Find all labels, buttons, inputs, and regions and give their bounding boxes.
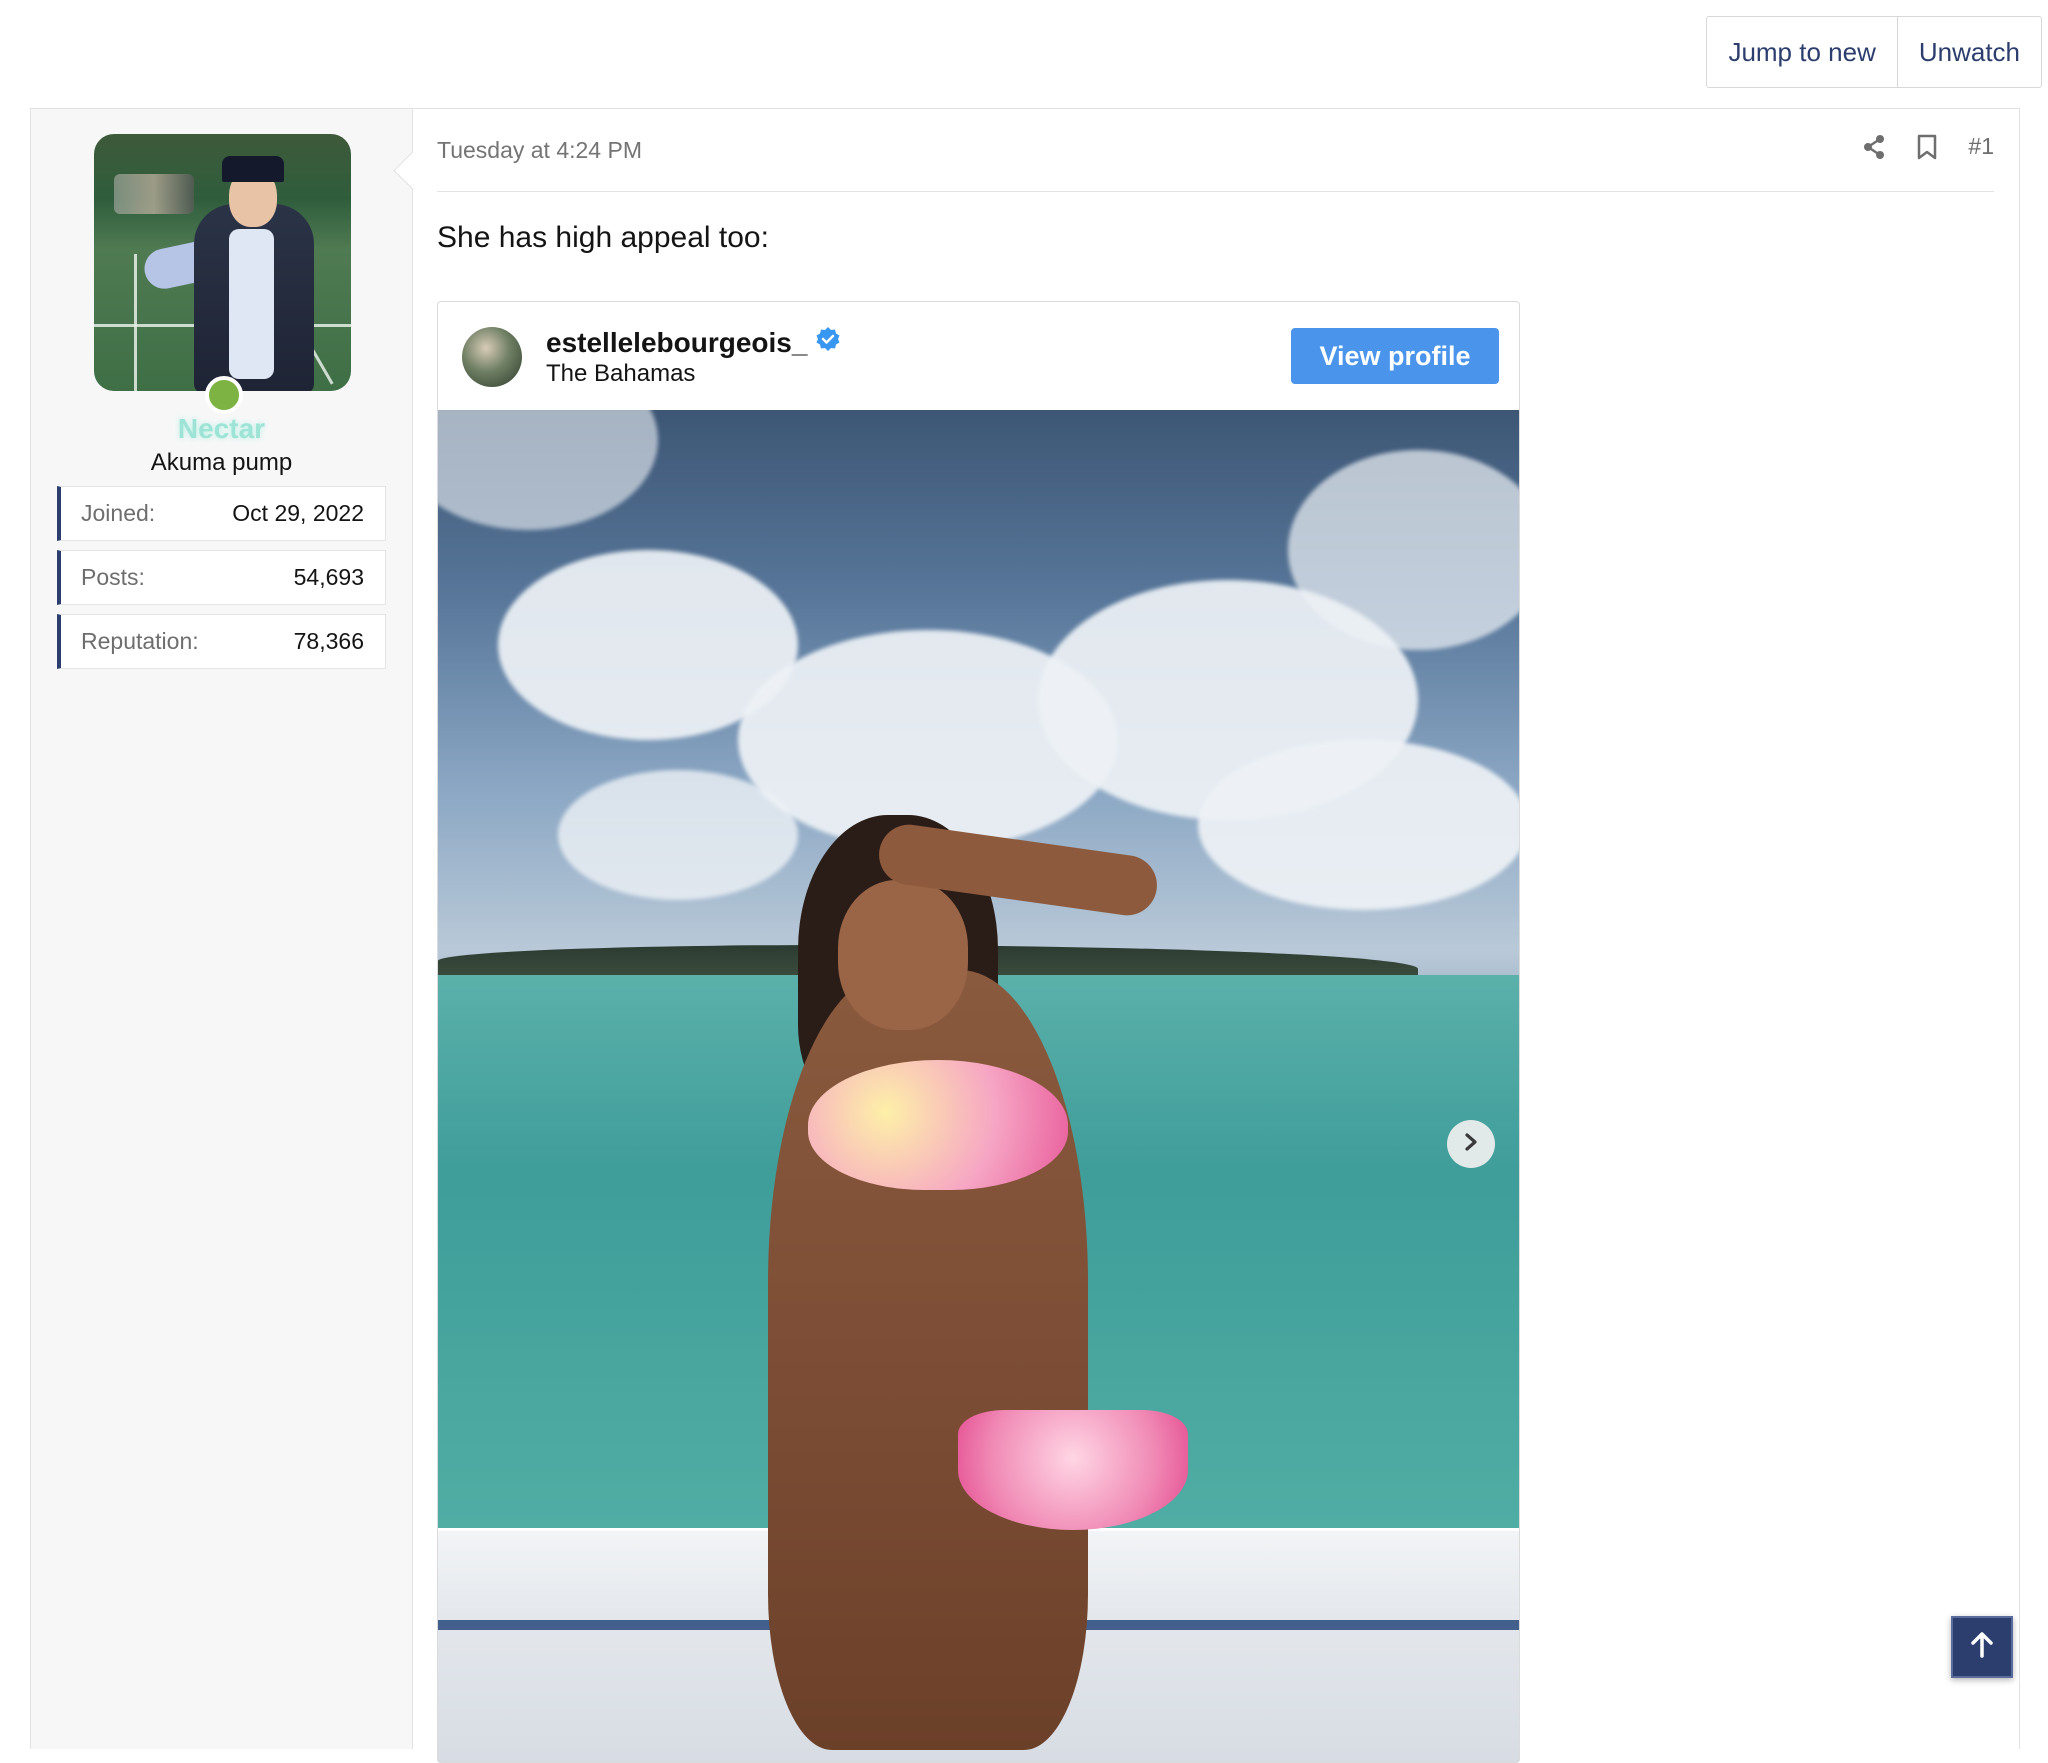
stat-label: Posts: (81, 564, 145, 590)
embed-account-name[interactable]: estellelebourgeois_ (546, 326, 841, 359)
photo-cloud (438, 410, 658, 530)
stat-label: Reputation: (81, 628, 199, 654)
stat-reputation: Reputation: 78,366 (57, 614, 386, 669)
post-message: Nectar Akuma pump Joined: Oct 29, 2022 P… (30, 108, 2020, 1763)
embed-header: estellelebourgeois_ The Bahamas View pro… (438, 302, 1519, 410)
embed-username[interactable]: estellelebourgeois_ (546, 327, 807, 359)
user-stats: Joined: Oct 29, 2022 Posts: 54,693 Reput… (57, 486, 386, 678)
photo-cloud (558, 770, 798, 900)
photo-cloud (1198, 740, 1519, 910)
scroll-to-top-button[interactable] (1951, 1616, 2013, 1678)
post-number[interactable]: #1 (1968, 133, 1994, 160)
bookmark-icon[interactable] (1916, 134, 1938, 160)
post-content: Tuesday at 4:24 PM #1 She has high appea… (437, 109, 1994, 1763)
chevron-right-icon (1462, 1132, 1480, 1157)
carousel-next-button[interactable] (1447, 1120, 1495, 1168)
arrow-up-icon (1969, 1631, 1995, 1664)
user-title: Akuma pump (150, 449, 293, 476)
photo-figure-face (838, 880, 968, 1030)
embed-photo[interactable] (438, 410, 1519, 1762)
stat-value: 54,693 (293, 564, 364, 590)
view-profile-button[interactable]: View profile (1291, 328, 1499, 384)
jump-to-new-button[interactable]: Jump to new (1707, 17, 1896, 87)
share-icon[interactable] (1862, 134, 1886, 160)
verified-badge-icon (815, 326, 841, 359)
photo-bikini-top (808, 1060, 1068, 1190)
post-date[interactable]: Tuesday at 4:24 PM (437, 137, 642, 164)
post-attribution: Tuesday at 4:24 PM #1 (437, 109, 1994, 192)
thread-actions: Jump to new Unwatch (1706, 16, 2042, 88)
avatar-wrapper (94, 134, 351, 414)
field-line (134, 254, 137, 391)
username[interactable]: Nectar (31, 413, 412, 445)
avatar[interactable] (94, 134, 351, 391)
stat-joined: Joined: Oct 29, 2022 (57, 486, 386, 541)
avatar-hat (222, 156, 284, 182)
stat-posts: Posts: 54,693 (57, 550, 386, 605)
instagram-embed: estellelebourgeois_ The Bahamas View pro… (437, 301, 1520, 1763)
stat-label: Joined: (81, 500, 156, 526)
embed-account-avatar[interactable] (462, 327, 522, 387)
unwatch-button[interactable]: Unwatch (1896, 17, 2041, 87)
avatar-shirt (229, 229, 274, 379)
stat-value: 78,366 (293, 628, 364, 654)
embed-location[interactable]: The Bahamas (546, 360, 695, 388)
user-cell: Nectar Akuma pump Joined: Oct 29, 2022 P… (31, 109, 413, 1749)
online-status-dot (205, 376, 243, 414)
avatar-background-people (114, 174, 194, 214)
stat-value: Oct 29, 2022 (232, 500, 364, 526)
photo-bikini-bottom (958, 1410, 1188, 1530)
post-body: She has high appeal too: (437, 221, 769, 254)
post-actions: #1 (1862, 133, 1994, 160)
